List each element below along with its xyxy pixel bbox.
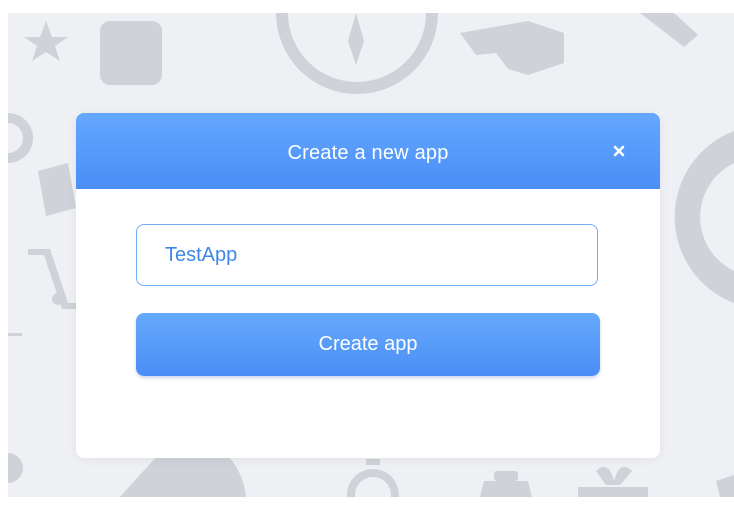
- close-button[interactable]: [612, 144, 626, 158]
- create-app-button[interactable]: Create app: [136, 313, 600, 376]
- app-name-input[interactable]: [136, 224, 598, 286]
- clipboard-icon: [480, 481, 532, 497]
- ticket-icon: [38, 163, 76, 216]
- gift-icon: [578, 487, 648, 497]
- megaphone-icon: [460, 21, 564, 75]
- star-icon: [24, 21, 68, 61]
- close-icon: [613, 145, 625, 157]
- ring-icon: [674, 131, 734, 303]
- quote-icon: [100, 21, 162, 85]
- phone-icon: [640, 13, 698, 47]
- dialog-title: Create a new app: [287, 142, 449, 164]
- dialog-header: Create a new app: [76, 113, 660, 189]
- create-app-dialog: Create a new app Create app: [76, 113, 660, 458]
- stopwatch-icon: [346, 459, 399, 497]
